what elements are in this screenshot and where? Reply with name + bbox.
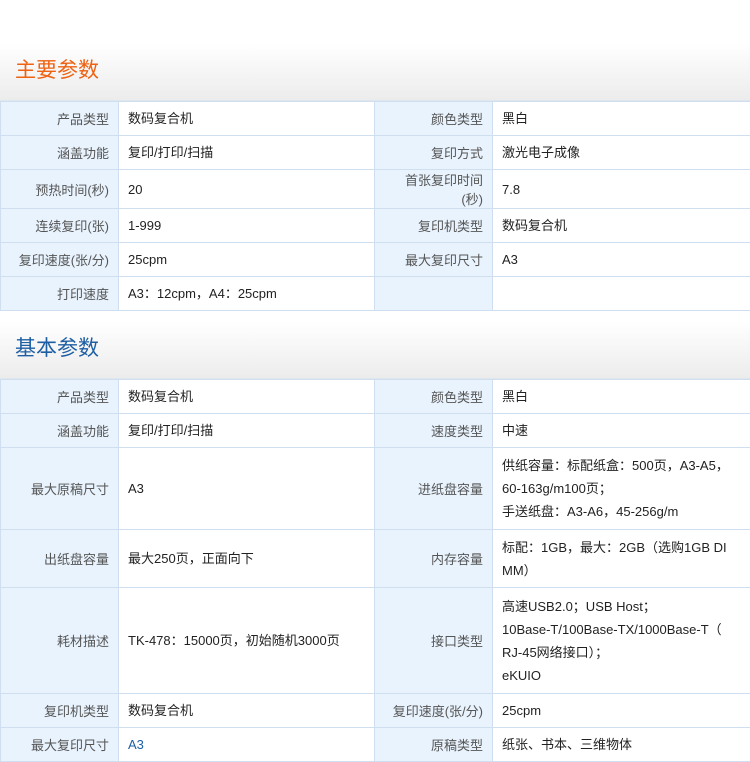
param-value: 7.8 <box>493 170 750 209</box>
param-label: 产品类型 <box>1 380 119 414</box>
param-value: 数码复合机 <box>119 380 375 414</box>
param-label: 耗材描述 <box>1 588 119 694</box>
param-label: 原稿类型 <box>375 728 493 762</box>
table-row: 复印速度(张/分) 25cpm 最大复印尺寸 A3 <box>1 243 750 277</box>
param-value: 复印/打印/扫描 <box>119 136 375 170</box>
param-label <box>375 277 493 311</box>
param-label: 复印机类型 <box>375 209 493 243</box>
table-row: 复印机类型 数码复合机 复印速度(张/分) 25cpm <box>1 694 750 728</box>
param-value: 数码复合机 <box>493 209 750 243</box>
param-value: 数码复合机 <box>119 102 375 136</box>
table-row: 打印速度 A3：12cpm，A4：25cpm <box>1 277 750 311</box>
param-value: A3 <box>493 243 750 277</box>
param-value: 25cpm <box>119 243 375 277</box>
param-value: 纸张、书本、三维物体 <box>493 728 750 762</box>
table-row: 预热时间(秒) 20 首张复印时间(秒) 7.8 <box>1 170 750 209</box>
param-value: 中速 <box>493 414 750 448</box>
main-params-table: 产品类型 数码复合机 颜色类型 黑白 涵盖功能 复印/打印/扫描 复印方式 激光… <box>0 101 750 311</box>
section-title-basic: 基本参数 <box>0 321 750 379</box>
param-value: 1-999 <box>119 209 375 243</box>
param-value: 20 <box>119 170 375 209</box>
param-label: 复印机类型 <box>1 694 119 728</box>
param-label: 最大原稿尺寸 <box>1 448 119 530</box>
table-row: 连续复印(张) 1-999 复印机类型 数码复合机 <box>1 209 750 243</box>
param-label: 涵盖功能 <box>1 136 119 170</box>
param-value: 激光电子成像 <box>493 136 750 170</box>
param-value: A3：12cpm，A4：25cpm <box>119 277 375 311</box>
param-label: 颜色类型 <box>375 380 493 414</box>
table-row: 最大复印尺寸 A3 原稿类型 纸张、书本、三维物体 <box>1 728 750 762</box>
param-label: 预热时间(秒) <box>1 170 119 209</box>
table-row: 最大原稿尺寸 A3 进纸盘容量 供纸容量：标配纸盒：500页，A3-A5， 60… <box>1 448 750 530</box>
param-label: 接口类型 <box>375 588 493 694</box>
param-value: 最大250页，正面向下 <box>119 530 375 588</box>
param-value: 高速USB2.0；USB Host； 10Base-T/100Base-TX/1… <box>493 588 750 694</box>
table-row: 涵盖功能 复印/打印/扫描 复印方式 激光电子成像 <box>1 136 750 170</box>
table-row: 产品类型 数码复合机 颜色类型 黑白 <box>1 380 750 414</box>
param-label: 复印速度(张/分) <box>375 694 493 728</box>
section-title-main: 主要参数 <box>0 43 750 101</box>
param-value: 25cpm <box>493 694 750 728</box>
param-label: 产品类型 <box>1 102 119 136</box>
param-label: 进纸盘容量 <box>375 448 493 530</box>
param-label: 出纸盘容量 <box>1 530 119 588</box>
param-value <box>493 277 750 311</box>
param-value: 黑白 <box>493 102 750 136</box>
param-value: 标配：1GB，最大：2GB（选购1GB DI MM） <box>493 530 750 588</box>
basic-params-section: 基本参数 产品类型 数码复合机 颜色类型 黑白 涵盖功能 复印/打印/扫描 速度… <box>0 321 750 762</box>
param-label: 内存容量 <box>375 530 493 588</box>
basic-params-table: 产品类型 数码复合机 颜色类型 黑白 涵盖功能 复印/打印/扫描 速度类型 中速… <box>0 379 750 762</box>
param-label: 首张复印时间(秒) <box>375 170 493 209</box>
param-label: 涵盖功能 <box>1 414 119 448</box>
param-value: A3 <box>119 448 375 530</box>
param-label: 复印速度(张/分) <box>1 243 119 277</box>
param-value-link[interactable]: A3 <box>119 728 375 762</box>
param-label: 颜色类型 <box>375 102 493 136</box>
param-label: 复印方式 <box>375 136 493 170</box>
param-label: 连续复印(张) <box>1 209 119 243</box>
table-row: 耗材描述 TK-478：15000页，初始随机3000页 接口类型 高速USB2… <box>1 588 750 694</box>
param-value: 复印/打印/扫描 <box>119 414 375 448</box>
table-row: 涵盖功能 复印/打印/扫描 速度类型 中速 <box>1 414 750 448</box>
param-value: 供纸容量：标配纸盒：500页，A3-A5， 60-163g/m100页； 手送纸… <box>493 448 750 530</box>
param-label: 打印速度 <box>1 277 119 311</box>
param-value: 黑白 <box>493 380 750 414</box>
table-row: 出纸盘容量 最大250页，正面向下 内存容量 标配：1GB，最大：2GB（选购1… <box>1 530 750 588</box>
param-label: 最大复印尺寸 <box>375 243 493 277</box>
param-label: 最大复印尺寸 <box>1 728 119 762</box>
main-params-section: 主要参数 产品类型 数码复合机 颜色类型 黑白 涵盖功能 复印/打印/扫描 复印… <box>0 43 750 311</box>
param-value: 数码复合机 <box>119 694 375 728</box>
table-row: 产品类型 数码复合机 颜色类型 黑白 <box>1 102 750 136</box>
param-value: TK-478：15000页，初始随机3000页 <box>119 588 375 694</box>
param-label: 速度类型 <box>375 414 493 448</box>
